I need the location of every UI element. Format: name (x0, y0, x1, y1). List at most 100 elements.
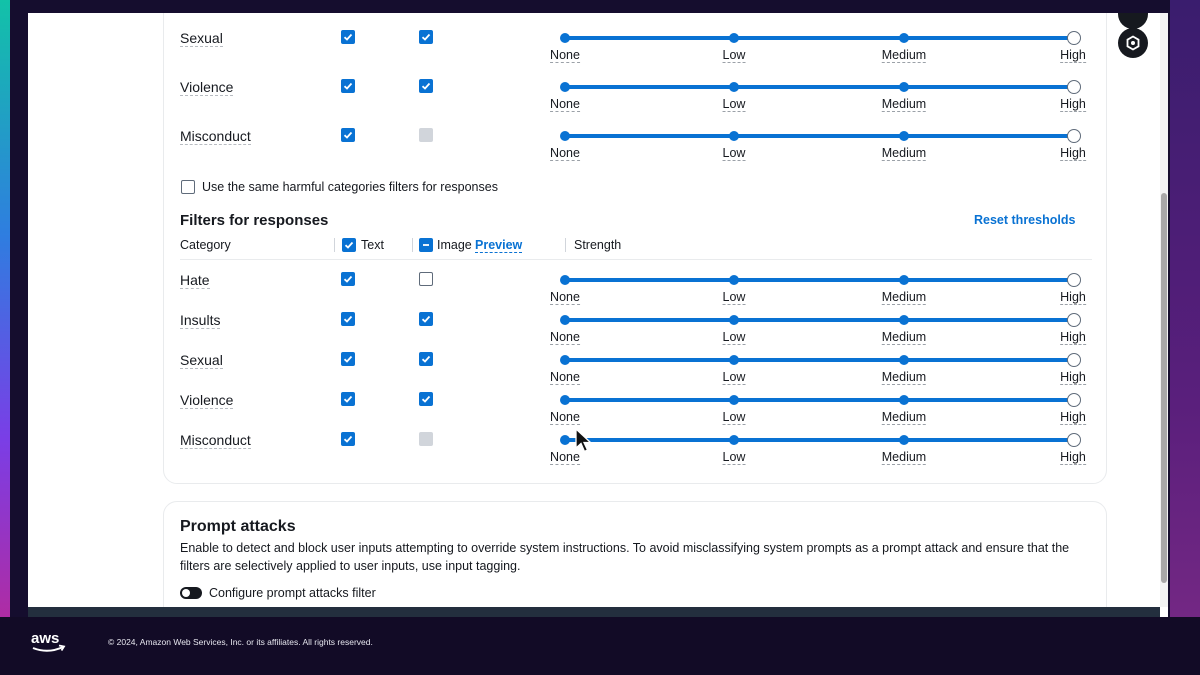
strength-slider[interactable]: None Low Medium High (550, 31, 1086, 63)
slider-step[interactable] (560, 355, 570, 365)
slider-step[interactable] (729, 355, 739, 365)
same-filters-checkbox[interactable] (181, 180, 195, 194)
strength-slider[interactable]: None Low Medium High (550, 393, 1086, 425)
same-filters-label: Use the same harmful categories filters … (202, 180, 498, 194)
tick-high: High (1060, 410, 1086, 425)
screen-bottom-bar (28, 607, 1160, 617)
category-label: Misconduct (180, 128, 251, 145)
slider-step[interactable] (560, 82, 570, 92)
slider-handle[interactable] (1067, 273, 1081, 287)
slide-edge-left (0, 0, 10, 675)
slider-step[interactable] (560, 435, 570, 445)
strength-slider[interactable]: None Low Medium High (550, 313, 1086, 345)
tick-medium: Medium (881, 146, 927, 161)
slider-step[interactable] (899, 33, 909, 43)
tick-medium: Medium (881, 290, 927, 305)
text-checkbox[interactable] (341, 352, 355, 366)
strength-slider[interactable]: None Low Medium High (550, 129, 1086, 161)
slider-step[interactable] (729, 315, 739, 325)
svg-text:aws: aws (31, 630, 59, 647)
slider-step[interactable] (899, 275, 909, 285)
tick-medium: Medium (881, 370, 927, 385)
slider-step[interactable] (899, 435, 909, 445)
slider-handle[interactable] (1067, 353, 1081, 367)
scrollbar-thumb[interactable] (1161, 193, 1167, 583)
tick-none: None (550, 330, 580, 345)
check-icon (421, 355, 431, 363)
category-label: Insults (180, 312, 221, 329)
slider-step[interactable] (899, 355, 909, 365)
tick-medium: Medium (881, 330, 927, 345)
text-checkbox[interactable] (341, 312, 355, 326)
image-column-checkbox[interactable] (419, 238, 433, 252)
column-divider (565, 238, 566, 252)
prompt-attacks-description: Enable to detect and block user inputs a… (180, 541, 1070, 555)
category-label: Violence (180, 392, 234, 409)
slider-track (565, 398, 1073, 402)
slider-handle[interactable] (1067, 433, 1081, 447)
slider-step[interactable] (729, 395, 739, 405)
slide-edge-right (1170, 0, 1200, 675)
slider-track (565, 438, 1073, 442)
slider-step[interactable] (899, 395, 909, 405)
slider-handle[interactable] (1067, 129, 1081, 143)
slider-step[interactable] (899, 82, 909, 92)
image-checkbox[interactable] (419, 79, 433, 93)
slider-step[interactable] (729, 82, 739, 92)
image-checkbox[interactable] (419, 352, 433, 366)
slider-step[interactable] (560, 275, 570, 285)
tick-low: Low (722, 97, 746, 112)
text-checkbox[interactable] (341, 432, 355, 446)
image-checkbox[interactable] (419, 272, 433, 286)
tick-high: High (1060, 48, 1086, 63)
preview-badge[interactable]: Preview (475, 238, 523, 253)
image-checkbox[interactable] (419, 30, 433, 44)
image-checkbox[interactable] (419, 312, 433, 326)
aws-logo-icon: aws (31, 630, 66, 652)
image-checkbox-disabled (419, 128, 433, 142)
slider-step[interactable] (899, 315, 909, 325)
slider-step[interactable] (729, 275, 739, 285)
text-column-checkbox[interactable] (342, 238, 356, 252)
slider-step[interactable] (560, 131, 570, 141)
text-checkbox[interactable] (341, 392, 355, 406)
text-checkbox[interactable] (341, 30, 355, 44)
strength-slider[interactable]: None Low Medium High (550, 273, 1086, 305)
tick-high: High (1060, 330, 1086, 345)
column-header-category: Category (180, 238, 231, 252)
check-icon (421, 395, 431, 403)
strength-slider[interactable]: None Low Medium High (550, 353, 1086, 385)
slider-handle[interactable] (1067, 313, 1081, 327)
side-settings-button[interactable] (1118, 28, 1148, 58)
image-checkbox[interactable] (419, 392, 433, 406)
strength-slider[interactable]: None Low Medium High (550, 433, 1086, 465)
text-checkbox[interactable] (341, 79, 355, 93)
hexagon-icon (1126, 35, 1140, 51)
tick-low: Low (722, 450, 746, 465)
reset-thresholds-link[interactable]: Reset thresholds (974, 213, 1075, 227)
slider-handle[interactable] (1067, 31, 1081, 45)
strength-slider[interactable]: None Low Medium High (550, 80, 1086, 112)
slider-step[interactable] (560, 315, 570, 325)
tick-none: None (550, 370, 580, 385)
tick-none: None (550, 290, 580, 305)
slider-step[interactable] (560, 395, 570, 405)
slider-step[interactable] (560, 33, 570, 43)
slider-handle[interactable] (1067, 80, 1081, 94)
tick-medium: Medium (881, 97, 927, 112)
slider-step[interactable] (729, 33, 739, 43)
mouse-cursor-icon (575, 428, 593, 453)
slider-step[interactable] (899, 131, 909, 141)
check-icon (343, 33, 353, 41)
text-checkbox[interactable] (341, 272, 355, 286)
prompt-attacks-toggle[interactable] (180, 587, 202, 599)
side-action-button[interactable] (1118, 13, 1148, 29)
slider-handle[interactable] (1067, 393, 1081, 407)
check-icon (421, 315, 431, 323)
text-checkbox[interactable] (341, 128, 355, 142)
category-label: Sexual (180, 30, 223, 47)
slider-step[interactable] (729, 435, 739, 445)
tick-none: None (550, 146, 580, 161)
slider-step[interactable] (729, 131, 739, 141)
column-divider (412, 238, 413, 252)
